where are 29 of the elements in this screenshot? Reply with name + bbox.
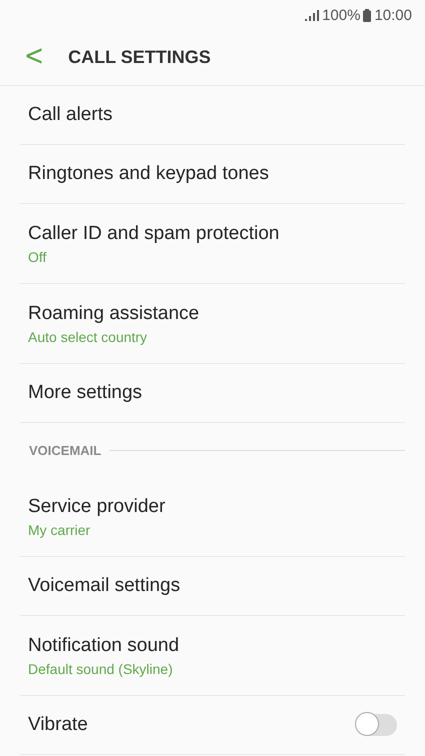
item-value: My carrier xyxy=(28,522,92,538)
settings-item[interactable]: Caller ID and spam protection Off xyxy=(20,204,405,284)
settings-item[interactable]: Notification sound Default sound (Skyline) xyxy=(20,616,405,696)
item-value: Default sound (Skyline) xyxy=(28,660,174,676)
item-title: Caller ID and spam protection xyxy=(28,222,280,244)
settings-item[interactable]: Roaming assistance Auto select country xyxy=(20,284,405,364)
toggle-switch[interactable] xyxy=(357,714,397,736)
signal-icon xyxy=(305,10,320,20)
item-title: Notification sound xyxy=(28,634,180,656)
screen-title: CALL SETTINGS xyxy=(68,47,211,68)
settings-item[interactable]: Ringtones and keypad tones xyxy=(20,145,405,204)
battery-icon xyxy=(363,8,372,22)
item-title: Roaming assistance xyxy=(28,302,200,324)
item-title: More settings xyxy=(28,382,142,404)
battery-level: 100% xyxy=(322,6,360,24)
item-title: Vibrate xyxy=(28,714,88,736)
settings-item[interactable]: Call alerts xyxy=(20,86,405,145)
item-title: Voicemail settings xyxy=(28,575,180,597)
item-value: Off xyxy=(28,248,48,264)
settings-item[interactable]: Vibrate xyxy=(20,696,405,755)
item-title: Call alerts xyxy=(28,104,112,126)
item-title: Ringtones and keypad tones xyxy=(28,163,269,185)
settings-item[interactable]: More settings xyxy=(20,364,405,423)
item-value: Auto select country xyxy=(28,328,148,344)
settings-item[interactable]: Service provider My carrier xyxy=(20,477,405,557)
item-title: Service provider xyxy=(28,496,166,518)
section-header: VOICEMAIL xyxy=(29,442,102,458)
clock: 10:00 xyxy=(374,6,412,24)
settings-item[interactable]: Voicemail settings xyxy=(20,557,405,616)
